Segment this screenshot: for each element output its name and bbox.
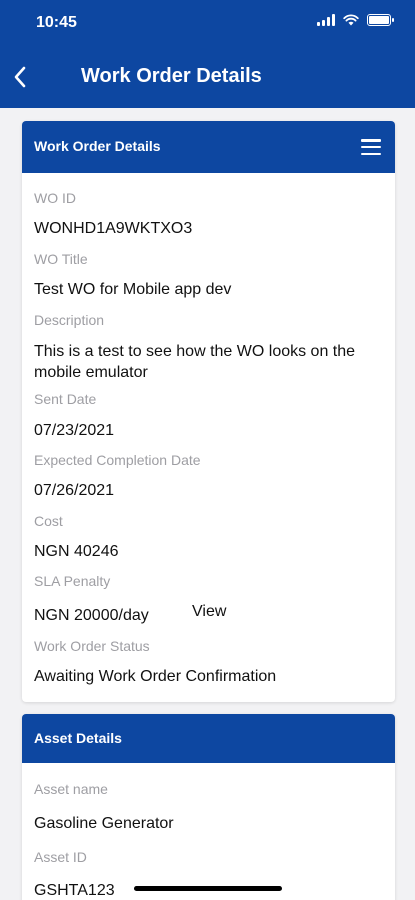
work-order-card-header: Work Order Details	[22, 121, 395, 173]
wo-title-value: Test WO for Mobile app dev	[34, 281, 232, 298]
cellular-signal-icon	[317, 14, 335, 26]
card-menu-button[interactable]	[361, 137, 381, 157]
asset-name-label: Asset name	[34, 781, 108, 797]
wifi-icon	[343, 14, 359, 26]
asset-id-value: GSHTA123	[34, 882, 115, 899]
description-value: This is a test to see how the WO looks o…	[34, 343, 356, 381]
asset-card-header: Asset Details	[22, 714, 395, 763]
work-order-card-title: Work Order Details	[34, 138, 161, 154]
asset-name-value: Gasoline Generator	[34, 815, 174, 832]
home-indicator[interactable]	[134, 886, 282, 891]
battery-icon	[367, 14, 394, 26]
asset-id-label: Asset ID	[34, 849, 87, 865]
back-button[interactable]	[8, 60, 32, 94]
wo-id-label: WO ID	[34, 190, 76, 206]
sent-date-label: Sent Date	[34, 391, 97, 407]
asset-details-card: Asset Details Asset name Gasoline Genera…	[22, 714, 395, 900]
app-header: 10:45 Work Order Details	[0, 0, 415, 108]
cost-value: NGN 40246	[34, 543, 119, 560]
status-icons	[317, 14, 394, 26]
cost-label: Cost	[34, 513, 63, 529]
work-order-status-value: Awaiting Work Order Confirmation	[34, 668, 277, 685]
expected-completion-date-label: Expected Completion Date	[34, 452, 201, 468]
description-label: Description	[34, 312, 105, 328]
sent-date-value: 07/23/2021	[34, 422, 115, 439]
expected-completion-date-value: 07/26/2021	[34, 482, 115, 499]
page-title: Work Order Details	[81, 65, 262, 87]
sla-penalty-view-link[interactable]: View	[192, 603, 226, 621]
work-order-status-label: Work Order Status	[34, 638, 150, 654]
asset-card-title: Asset Details	[34, 730, 122, 746]
wo-title-label: WO Title	[34, 251, 88, 267]
sla-penalty-label: SLA Penalty	[34, 573, 111, 589]
sla-penalty-value: NGN 20000/day	[34, 607, 149, 624]
wo-id-value: WONHD1A9WKTXO3	[34, 220, 193, 237]
work-order-card: Work Order Details WO ID WONHD1A9WKTXO3 …	[22, 121, 395, 702]
chevron-left-icon	[14, 66, 26, 88]
status-time: 10:45	[36, 14, 77, 31]
